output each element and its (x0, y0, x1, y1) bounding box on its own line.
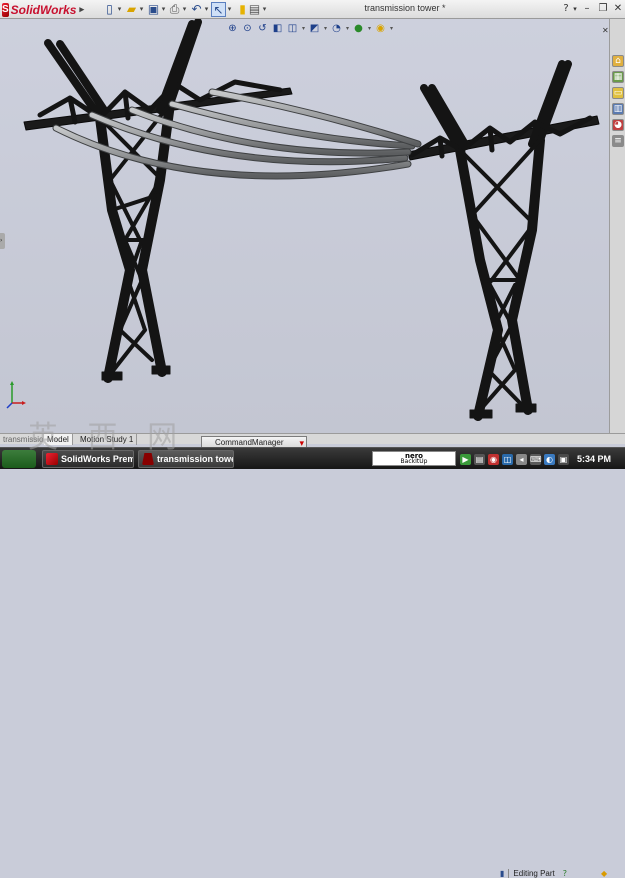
file-explorer-icon[interactable]: ▭ (612, 87, 624, 99)
select-icon[interactable]: ↖ (211, 2, 226, 17)
command-manager-label: CommandManager (215, 438, 284, 447)
custom-properties-icon[interactable]: ≡ (612, 135, 624, 147)
print-dropdown-icon[interactable]: ▾ (181, 2, 188, 17)
update-icon[interactable]: ◐ (544, 453, 555, 465)
close-icon[interactable]: ✕ (611, 2, 625, 16)
options-dropdown-icon[interactable]: ▾ (261, 2, 268, 17)
flyout-handle[interactable]: › (0, 233, 5, 249)
solidworks-logo[interactable]: S SolidWorks ▸ (2, 1, 84, 18)
keyboard-icon[interactable]: ⌨ (530, 453, 542, 465)
watermark: 英 西 网 (28, 420, 188, 455)
new-dropdown-icon[interactable]: ▾ (116, 2, 123, 17)
document-title: transmission tower * (364, 3, 446, 13)
save-dropdown-icon[interactable]: ▾ (160, 2, 167, 17)
appearances-icon[interactable]: ◕ (612, 119, 624, 131)
play-icon[interactable]: ▶ (460, 453, 471, 465)
nero-backitup-widget[interactable]: nero BackItUp (372, 451, 456, 466)
select-dropdown-icon[interactable]: ▾ (226, 2, 233, 17)
transmission-tower-model[interactable] (0, 19, 609, 433)
tray-menu-icon[interactable]: ▤ (474, 453, 485, 465)
view-palette-icon[interactable]: ▥ (612, 103, 624, 115)
save-icon[interactable]: ▣ (146, 2, 161, 17)
app-name: SolidWorks (10, 2, 77, 17)
undo-icon[interactable]: ↶ (189, 2, 204, 17)
right-foot-right (515, 403, 537, 413)
design-library-icon[interactable]: ▦ (612, 71, 624, 83)
open-dropdown-icon[interactable]: ▾ (138, 2, 145, 17)
left-foot-left (101, 371, 123, 381)
open-icon[interactable]: ▰ (124, 2, 139, 17)
menu-arrow-icon[interactable]: ▸ (79, 4, 84, 15)
system-tray: ▶ ▤ ◉ ◫ ◂ ⌨ ◐ ▣ (460, 451, 569, 467)
status-help-icon[interactable]: ? (563, 869, 567, 878)
left-body-lattice (98, 102, 172, 374)
restore-icon[interactable]: ❐ (596, 2, 610, 16)
home-icon[interactable]: ⌂ (612, 55, 624, 67)
graphics-area[interactable]: ⊕ ⊙ ↺ ◧ ◫ ▾ ◩ ▾ ◔ ▾ ● ▾ ◉ ▾ ✕ › (0, 19, 609, 433)
status-area: ▮ Editing Part ? ◆ (500, 868, 607, 878)
clock[interactable]: 5:34 PM (565, 450, 623, 468)
status-scroll-icon[interactable]: ▮ (500, 869, 504, 878)
title-bar: S SolidWorks ▸ ▯ ▾ ▰ ▾ ▣ ▾ ⎙ ▾ ↶ ▾ ↖ ▾ ▮… (0, 0, 625, 19)
reference-triad-icon (6, 381, 26, 409)
right-foot-left (469, 409, 493, 419)
right-tower[interactable] (407, 60, 600, 421)
solidworks-logo-icon: S (2, 2, 9, 17)
print-icon[interactable]: ⎙ (167, 2, 182, 17)
left-tower[interactable] (23, 19, 293, 383)
network-icon[interactable]: ◫ (502, 453, 513, 465)
task-pane: ⌂ ▦ ▭ ▥ ◕ ≡ (609, 19, 625, 433)
editing-status: Editing Part (508, 868, 558, 878)
right-body-lattice (458, 138, 542, 412)
minimize-icon[interactable]: – (580, 2, 594, 16)
volume-icon[interactable]: ◂ (516, 453, 527, 465)
nero-subtitle: BackItUp (400, 458, 428, 465)
options-icon[interactable]: ▤ (247, 2, 262, 17)
antivirus-icon[interactable]: ◉ (488, 453, 499, 465)
left-foot-right (151, 365, 171, 375)
undo-dropdown-icon[interactable]: ▾ (203, 2, 210, 17)
rebuild-status-icon[interactable]: ◆ (601, 869, 607, 878)
new-icon[interactable]: ▯ (102, 2, 117, 17)
